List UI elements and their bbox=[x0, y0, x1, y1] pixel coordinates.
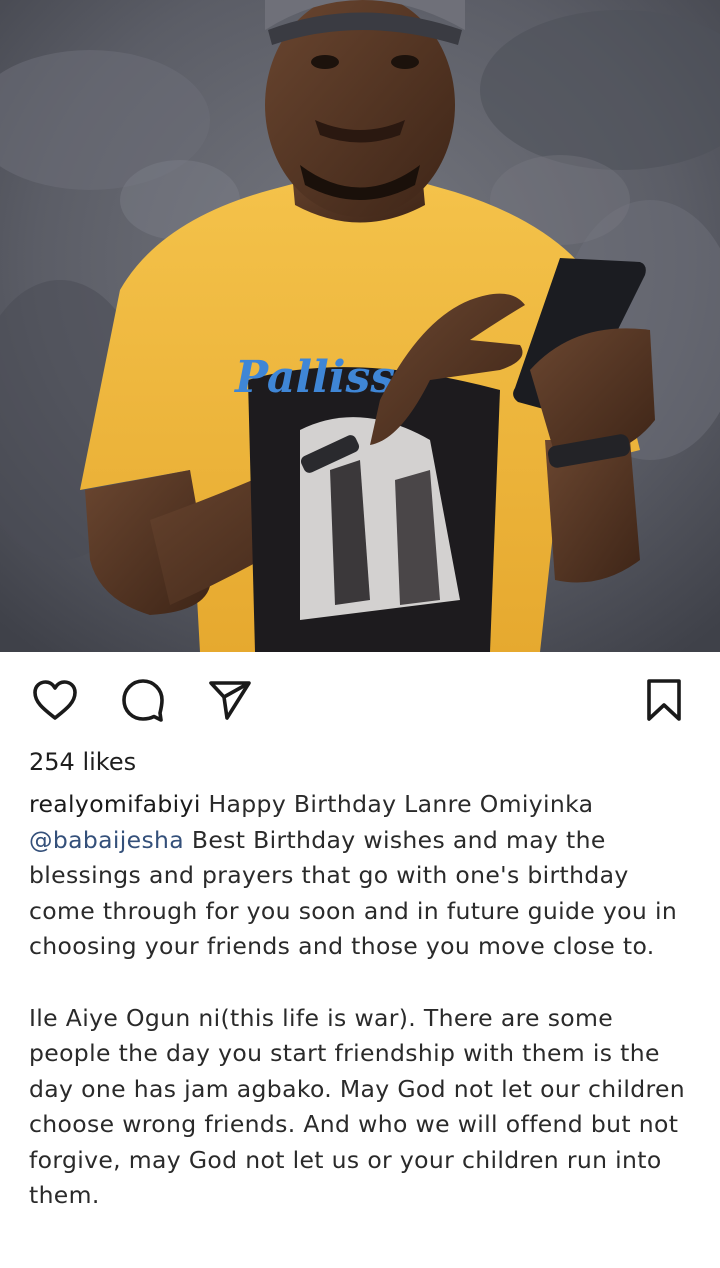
mention-link[interactable]: @babaijesha bbox=[29, 826, 184, 854]
photo-illustration: Palliss bbox=[0, 0, 720, 652]
shirt-print-text: Palliss bbox=[233, 352, 395, 403]
post-caption: realyomifabiyi Happy Birthday Lanre Omiy… bbox=[29, 787, 689, 1214]
comment-button[interactable] bbox=[119, 676, 167, 724]
speech-bubble-icon bbox=[122, 679, 164, 722]
username-link[interactable]: realyomifabiyi bbox=[29, 790, 201, 818]
like-button[interactable] bbox=[31, 676, 79, 724]
bookmark-outline-icon bbox=[647, 679, 681, 721]
heart-outline-icon bbox=[33, 680, 77, 720]
caption-paragraph-2: Ile Aiye Ogun ni(this life is war). Ther… bbox=[29, 1003, 686, 1210]
paper-plane-icon bbox=[209, 681, 251, 720]
share-button[interactable] bbox=[206, 676, 254, 724]
post-action-bar bbox=[0, 652, 720, 744]
caption-paragraph-1: realyomifabiyi Happy Birthday Lanre Omiy… bbox=[29, 787, 689, 965]
likes-count[interactable]: 254 likes bbox=[29, 744, 136, 780]
post-photo[interactable]: Palliss bbox=[0, 0, 720, 652]
caption-text-1a: Happy Birthday Lanre Omiyinka bbox=[200, 790, 594, 818]
save-button[interactable] bbox=[640, 676, 688, 724]
